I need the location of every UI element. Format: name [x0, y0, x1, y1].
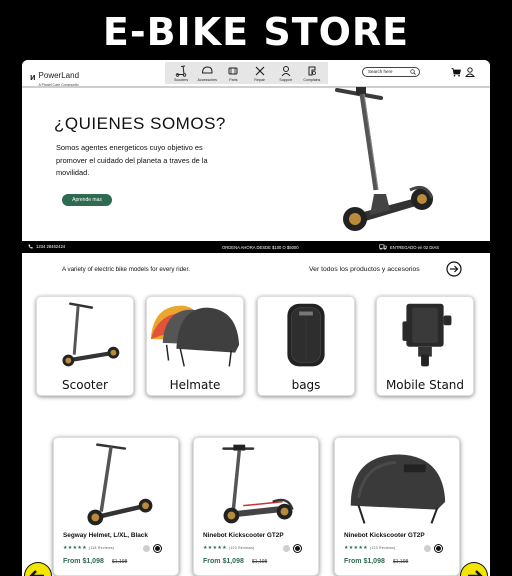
logo-name: PowerLand	[38, 71, 80, 80]
product-card[interactable]: Ninebot Kickscooter GT2P ★★★★★ (120 Revie…	[193, 437, 319, 576]
nav-item-support[interactable]: Support	[273, 65, 299, 82]
scooter-image	[62, 302, 120, 367]
nav-label: Repair	[254, 77, 265, 82]
product-image	[87, 443, 153, 526]
helmet-icon	[202, 65, 213, 73]
variety-tagline: A variety of electric bike models for ev…	[62, 266, 190, 273]
bag-image	[287, 303, 325, 367]
truck-icon	[379, 244, 387, 250]
logo-mark: ᴎ	[30, 71, 36, 82]
promo-offer: ORDENA AHORA DESDE $100 O $5000	[222, 244, 299, 250]
color-swatch-grey[interactable]	[424, 545, 431, 552]
product-name: Segway Helmet, L/XL, Black	[63, 532, 148, 539]
category-label: Helmate	[169, 378, 221, 392]
nav-item-complains[interactable]: Complains	[299, 65, 325, 82]
nav-label: Complains	[303, 77, 321, 82]
rating: ★★★★★ (120 Reviews)	[344, 545, 396, 551]
website-frame: ᴎ PowerLand A Planet Care Community Scoo…	[22, 60, 490, 576]
parts-icon	[228, 67, 238, 74]
user-icon[interactable]	[465, 67, 475, 77]
color-swatch-black[interactable]	[294, 545, 301, 552]
promo-bar: 1234 28462424 ORDENA AHORA DESDE $100 O …	[22, 241, 490, 253]
nav-item-scooters[interactable]: Scooters	[168, 65, 194, 82]
search-icon[interactable]	[410, 69, 416, 75]
carousel-next-button[interactable]	[460, 562, 488, 576]
rating: ★★★★★ (120 Reviews)	[203, 545, 255, 551]
category-label: Mobile Stand	[385, 378, 465, 392]
stars: ★★★★★	[203, 545, 227, 551]
store-banner-title: E-BIKE STORE	[102, 10, 410, 54]
stars: ★★★★★	[63, 545, 87, 551]
product-price: From $1,098	[344, 558, 385, 565]
product-image	[222, 444, 294, 524]
color-swatch-grey[interactable]	[283, 545, 290, 552]
delivery-text: ENTREGADO en 02 DIAS	[390, 244, 440, 250]
nav-label: Support	[279, 77, 292, 82]
hero-scooter-image	[335, 87, 434, 231]
product-card[interactable]: Ninebot Kickscooter GT2P ★★★★★ (120 Revie…	[334, 437, 460, 576]
hero-description: Somos agentes energeticos cuyo objetivo …	[56, 143, 208, 177]
hero-title: ¿QUIENES SOMOS?	[54, 114, 226, 133]
category-card-mobile-stand[interactable]: Mobile Stand	[376, 296, 474, 396]
arrow-right-circle-icon[interactable]	[446, 261, 462, 277]
search-input[interactable]: Search here	[362, 67, 420, 77]
cart-icon[interactable]	[451, 67, 461, 77]
category-card-bags[interactable]: bags	[257, 296, 355, 396]
product-card[interactable]: Segway Helmet, L/XL, Black ★★★★★ (118 Rev…	[53, 437, 179, 576]
see-all-products-link[interactable]: Ver todos los productos y accesorios	[309, 266, 420, 273]
mobile-stand-image	[402, 303, 452, 367]
product-image	[350, 454, 446, 524]
product-old-price: $1,198	[393, 559, 409, 565]
nav-item-repair[interactable]: Repair	[247, 65, 273, 82]
category-label: bags	[291, 378, 321, 392]
color-swatch-grey[interactable]	[143, 545, 150, 552]
review-count: (120 Reviews)	[228, 546, 255, 550]
learn-more-button[interactable]: Aprende mas	[62, 194, 112, 206]
category-label: Scooter	[62, 378, 108, 392]
support-icon	[281, 65, 291, 76]
nav-label: Accessories	[197, 77, 217, 82]
product-name: Ninebot Kickscooter GT2P	[344, 532, 425, 539]
phone-number: 1234 28462424	[36, 244, 66, 249]
product-price: From $1,098	[203, 558, 244, 565]
carousel-prev-button[interactable]	[24, 562, 52, 576]
rating: ★★★★★ (118 Reviews)	[63, 545, 114, 551]
search-placeholder: Search here	[368, 69, 393, 74]
category-card-scooter[interactable]: Scooter	[36, 296, 134, 396]
review-count: (120 Reviews)	[369, 546, 396, 550]
color-swatch-black[interactable]	[435, 545, 442, 552]
phone-icon	[28, 244, 33, 249]
stars: ★★★★★	[344, 545, 368, 551]
category-card-helmate[interactable]: Helmate	[146, 296, 244, 396]
product-old-price: $1,198	[252, 559, 268, 565]
complain-icon	[308, 66, 316, 75]
review-count: (118 Reviews)	[88, 546, 115, 550]
promo-delivery: ENTREGADO en 02 DIAS	[379, 244, 439, 250]
scooter-icon	[175, 65, 187, 77]
helmet-image	[150, 305, 240, 367]
nav-item-parts[interactable]: Parts	[220, 65, 246, 82]
promo-phone: 1234 28462424	[28, 244, 65, 249]
wrench-icon	[255, 66, 264, 75]
nav-label: Scooters	[173, 77, 189, 82]
product-name: Ninebot Kickscooter GT2P	[203, 532, 284, 539]
nav-item-accessories[interactable]: Accessories	[194, 65, 220, 82]
product-price: From $1,098	[63, 558, 104, 565]
product-old-price: $1,198	[112, 559, 128, 565]
color-swatch-black[interactable]	[154, 545, 161, 552]
main-nav: Scooters Accessories Parts Repair Suppor…	[165, 62, 328, 84]
nav-label: Parts	[229, 77, 238, 82]
logo[interactable]: ᴎ PowerLand A Planet Care Community	[30, 65, 79, 88]
